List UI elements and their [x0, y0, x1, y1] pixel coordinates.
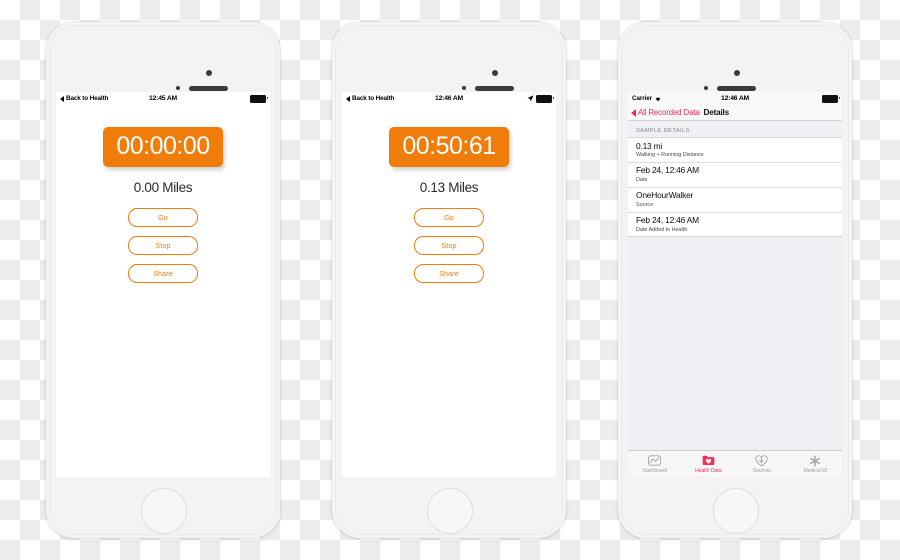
screenshot-stage: Back to Health 12:45 AM 00:00:00 0.00 Mi…: [0, 0, 900, 560]
phone-device-2: Back to Health 12:46 AM 00:50:61 0.13 Mi…: [332, 22, 566, 538]
front-camera-icon: [206, 70, 212, 76]
status-right-group: [250, 94, 269, 103]
tracker-body: 00:00:00 0.00 Miles Go Stop Share: [56, 105, 270, 283]
distance-label: 0.13 Miles: [419, 180, 479, 195]
tab-sources[interactable]: Sources: [735, 451, 789, 477]
tab-label: Sources: [752, 468, 771, 474]
table-row[interactable]: 0.13 mi Walking + Running Distance: [628, 138, 842, 163]
status-bar: Back to Health 12:46 AM: [342, 92, 556, 105]
phone-1-screen: Back to Health 12:45 AM 00:00:00 0.00 Mi…: [56, 92, 270, 477]
tab-label: Medical ID: [803, 468, 827, 474]
tab-medical-id[interactable]: Medical ID: [789, 451, 843, 477]
home-button[interactable]: [713, 488, 759, 534]
timer-display: 00:00:00: [103, 127, 223, 167]
empty-list-area: [628, 237, 842, 450]
section-header: SAMPLE DETAILS: [636, 128, 690, 134]
row-value: Feb 24, 12:46 AM: [636, 215, 699, 226]
go-button[interactable]: Go: [128, 208, 198, 227]
share-button[interactable]: Share: [128, 264, 198, 283]
row-label: Walking + Running Distance: [636, 152, 704, 159]
phone-3-screen: Carrier 12:46 AM All Recorded Data Detai…: [628, 92, 842, 477]
tab-dashboard[interactable]: Dashboard: [628, 451, 682, 477]
row-value: OneHourWalker: [636, 190, 694, 201]
back-chevron-icon[interactable]: [631, 108, 636, 117]
front-camera-icon: [492, 70, 498, 76]
navigation-bar: All Recorded Data Details: [628, 105, 842, 121]
table-row[interactable]: OneHourWalker Source: [628, 188, 842, 213]
row-label: Date Added to Health: [636, 226, 688, 233]
sample-details-table: 0.13 mi Walking + Running Distance Feb 2…: [628, 137, 842, 238]
health-folder-heart-icon: [702, 454, 715, 467]
status-bar: Carrier 12:46 AM: [628, 92, 842, 105]
tab-bar: Dashboard Health Data Sources Medical ID: [628, 450, 842, 477]
tab-label: Dashboard: [642, 468, 668, 474]
star-of-life-icon: [809, 454, 821, 467]
phone-2-screen: Back to Health 12:46 AM 00:50:61 0.13 Mi…: [342, 92, 556, 477]
home-button[interactable]: [141, 488, 187, 534]
row-value: 0.13 mi: [636, 140, 663, 151]
earpiece-speaker: [717, 86, 756, 91]
distance-label: 0.00 Miles: [133, 180, 193, 195]
table-row[interactable]: Feb 24, 12:46 AM Date: [628, 163, 842, 188]
tab-label: Health Data: [695, 468, 722, 474]
status-time: 12:45 AM: [149, 95, 177, 102]
location-arrow-icon: [527, 95, 534, 102]
status-right-group: [822, 94, 841, 103]
stop-button[interactable]: Stop: [128, 236, 198, 255]
status-time: 12:46 AM: [435, 95, 463, 102]
earpiece-speaker: [475, 86, 514, 91]
table-row[interactable]: Feb 24, 12:46 AM Date Added to Health: [628, 213, 842, 237]
home-button[interactable]: [427, 488, 473, 534]
heart-download-icon: [755, 454, 768, 467]
tab-health-data[interactable]: Health Data: [682, 451, 736, 477]
control-button-stack: Go Stop Share: [56, 208, 270, 283]
battery-full-icon: [250, 94, 269, 103]
earpiece-speaker: [189, 86, 228, 91]
row-label: Date: [636, 177, 648, 184]
status-time: 12:46 AM: [721, 95, 749, 102]
control-button-stack: Go Stop Share: [342, 208, 556, 283]
row-value: Feb 24, 12:46 AM: [636, 165, 699, 176]
phone-device-1: Back to Health 12:45 AM 00:00:00 0.00 Mi…: [46, 22, 280, 538]
nav-back-link[interactable]: All Recorded Data: [638, 108, 700, 117]
share-button[interactable]: Share: [414, 264, 484, 283]
dashboard-chart-icon: [648, 454, 662, 467]
proximity-sensor-icon: [704, 86, 708, 90]
page-title: Details: [703, 108, 730, 117]
tracker-body: 00:50:61 0.13 Miles Go Stop Share: [342, 105, 556, 283]
timer-display: 00:50:61: [389, 127, 509, 167]
battery-full-icon: [536, 94, 555, 103]
proximity-sensor-icon: [462, 86, 466, 90]
go-button[interactable]: Go: [414, 208, 484, 227]
front-camera-icon: [734, 70, 740, 76]
proximity-sensor-icon: [176, 86, 180, 90]
row-label: Source: [636, 201, 654, 208]
stop-button[interactable]: Stop: [414, 236, 484, 255]
phone-device-3: Carrier 12:46 AM All Recorded Data Detai…: [618, 22, 852, 538]
status-right-group: [527, 94, 555, 103]
health-details-screen: Carrier 12:46 AM All Recorded Data Detai…: [628, 92, 842, 477]
status-bar: Back to Health 12:45 AM: [56, 92, 270, 105]
battery-full-icon: [822, 94, 841, 103]
